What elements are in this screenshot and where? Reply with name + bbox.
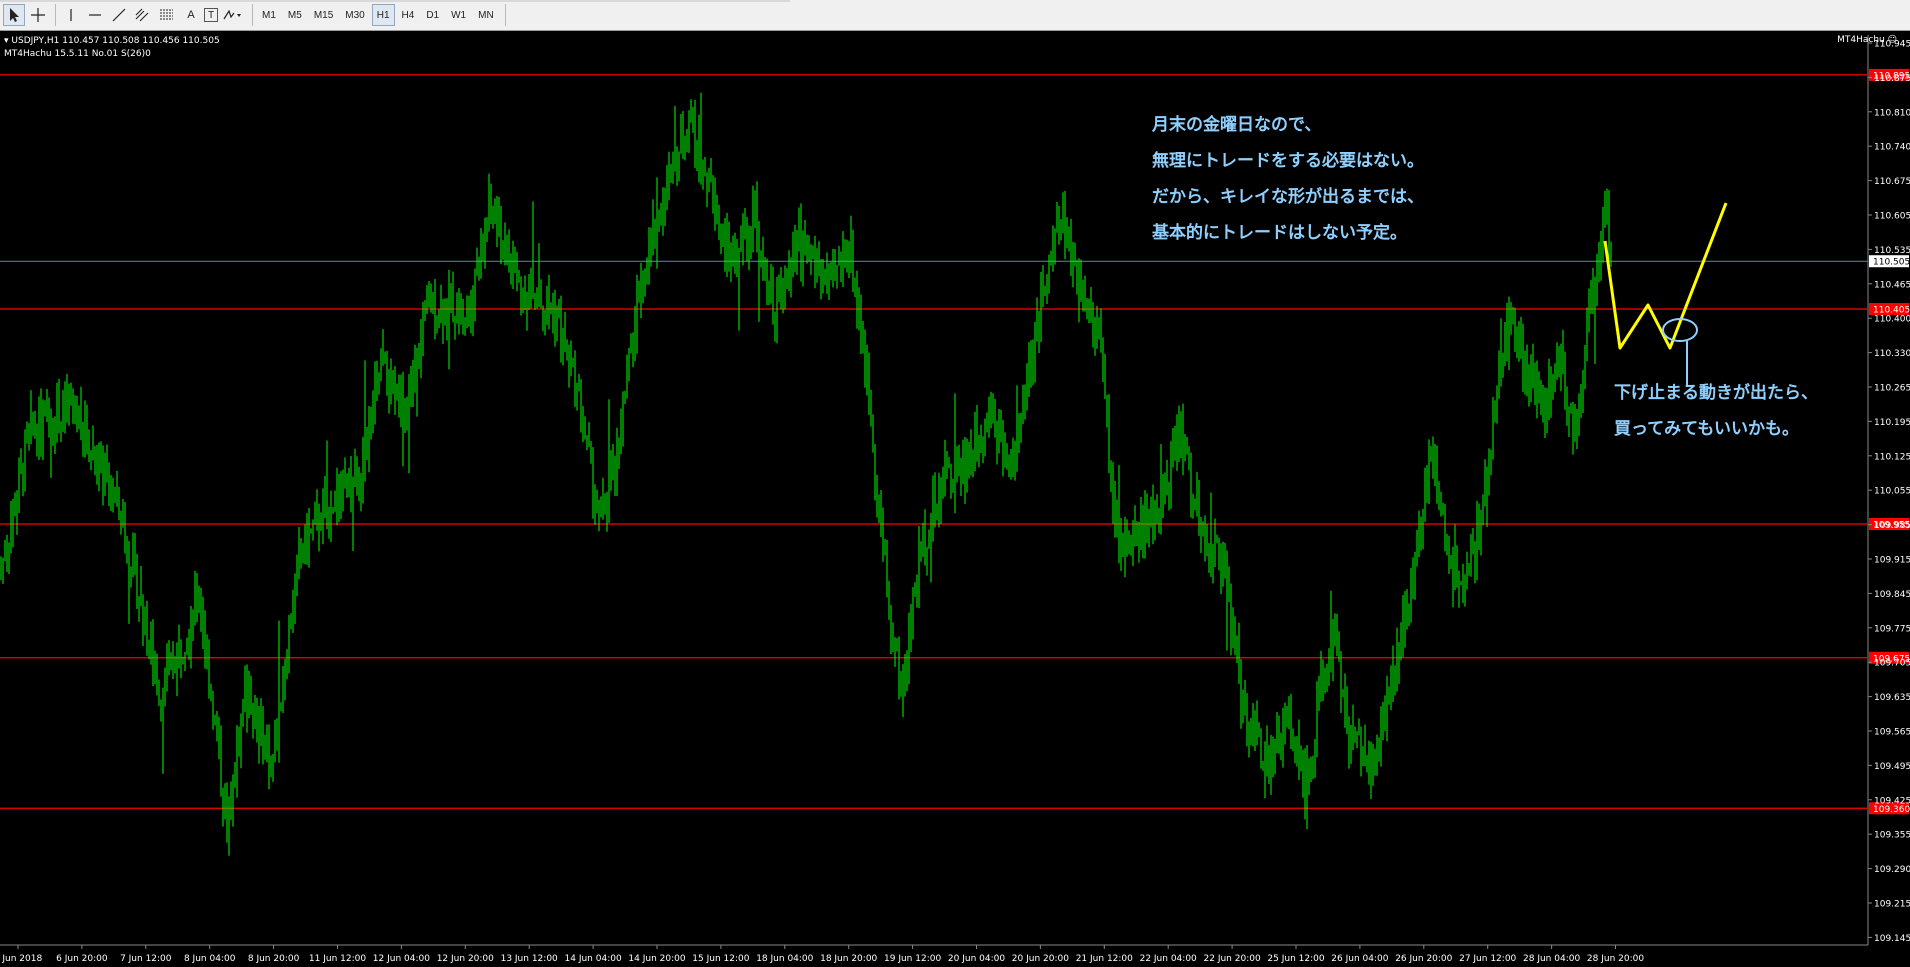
smiley-icon: ☺ <box>1887 35 1897 45</box>
x-axis-label: 20 Jun 04:00 <box>948 954 1005 964</box>
price-chart[interactable]: 110.895110.405109.955109.675109.360110.5… <box>0 31 1910 967</box>
toolbar-separator <box>252 4 253 26</box>
y-axis-label: 109.215 <box>1874 900 1910 910</box>
cursor-icon[interactable] <box>3 4 25 26</box>
y-axis-label: 109.355 <box>1874 831 1910 841</box>
annotation-top: 月末の金曜日なので、 無理にトレードをする必要はない。 だから、キレイな形が出る… <box>1152 107 1424 251</box>
x-axis-label: 15 Jun 12:00 <box>692 954 749 964</box>
x-axis-label: 18 Jun 20:00 <box>820 954 877 964</box>
x-axis-label: 6 Jun 20:00 <box>56 954 108 964</box>
toolbar-top-strip <box>0 0 790 2</box>
x-axis-label: 7 Jun 12:00 <box>120 954 172 964</box>
expert-advisor-label[interactable]: MT4Hachu ☺ <box>1837 35 1897 45</box>
arrows-dropdown-icon[interactable] <box>220 4 244 26</box>
annotation-line: 無理にトレードをする必要はない。 <box>1152 151 1424 171</box>
x-axis-label: 26 Jun 20:00 <box>1395 954 1452 964</box>
equidistant-channel-icon[interactable] <box>132 4 154 26</box>
symbol-line: ▾ USDJPY,H1 110.457 110.508 110.456 110.… <box>4 36 220 46</box>
y-axis-label: 109.425 <box>1874 796 1910 806</box>
x-axis-label: 28 Jun 20:00 <box>1587 954 1644 964</box>
timeframe-m1[interactable]: M1 <box>257 4 281 26</box>
annotation-line: 買ってみてもいいかも。 <box>1614 419 1799 439</box>
y-axis-label: 109.985 <box>1874 521 1910 531</box>
annotation-right: 下げ止まる動きが出たら、 買ってみてもいいかも。 <box>1614 375 1818 447</box>
y-axis-label: 109.145 <box>1874 934 1910 944</box>
y-axis-label: 110.195 <box>1874 418 1910 428</box>
current-price-label: 110.505 <box>1873 258 1910 268</box>
x-axis-label: 12 Jun 04:00 <box>373 954 430 964</box>
indicator-line: MT4Hachu 15.5.11 No.01 S(26)0 <box>4 49 151 59</box>
y-axis-label: 109.775 <box>1874 624 1910 634</box>
timeframe-h4[interactable]: H4 <box>397 4 420 26</box>
y-axis-label: 110.675 <box>1874 177 1910 187</box>
x-axis-label: 21 Jun 12:00 <box>1076 954 1133 964</box>
annotation-line: 基本的にトレードはしない予定。 <box>1152 223 1407 243</box>
vertical-line-icon[interactable] <box>60 4 82 26</box>
x-axis-label: 18 Jun 04:00 <box>756 954 813 964</box>
y-axis-label: 110.400 <box>1874 315 1910 325</box>
x-axis-label: 14 Jun 20:00 <box>628 954 685 964</box>
y-axis-label: 109.845 <box>1874 590 1910 600</box>
toolbar-separator <box>55 4 56 26</box>
chart-window[interactable]: 110.895 110.405 109.955 109.675 109.360 110.5… <box>0 31 1910 967</box>
timeframe-m30[interactable]: M30 <box>340 4 369 26</box>
timeframe-group: M1 M5 M15 M30 H1 H4 D1 W1 MN <box>248 3 510 27</box>
chart-toolbar: A T M1 M5 M15 M30 H1 H4 D1 W1 MN <box>0 0 1910 31</box>
timeframe-m5[interactable]: M5 <box>283 4 307 26</box>
y-axis-label: 110.055 <box>1874 487 1910 497</box>
fibonacci-icon[interactable] <box>156 4 178 26</box>
y-axis-label: 110.605 <box>1874 212 1910 222</box>
x-axis-label: 12 Jun 20:00 <box>437 954 494 964</box>
y-axis-label: 110.330 <box>1874 349 1910 359</box>
text-label-icon[interactable]: T <box>204 8 218 22</box>
annotation-line: だから、キレイな形が出るまでは、 <box>1152 187 1424 207</box>
x-axis-label: 13 Jun 12:00 <box>501 954 558 964</box>
annotation-line: 月末の金曜日なので、 <box>1152 115 1322 135</box>
y-axis-label: 109.635 <box>1874 693 1910 703</box>
x-axis-label: 26 Jun 04:00 <box>1331 954 1388 964</box>
x-axis-label: 25 Jun 12:00 <box>1267 954 1324 964</box>
y-axis-label: 110.465 <box>1874 280 1910 290</box>
drawing-tools-group: A T <box>3 3 246 27</box>
timeframe-m15[interactable]: M15 <box>309 4 338 26</box>
x-axis-label: 11 Jun 12:00 <box>309 954 366 964</box>
y-axis-label: 109.915 <box>1874 556 1910 566</box>
y-axis-label: 110.875 <box>1874 74 1910 84</box>
toolbar-separator <box>504 4 506 26</box>
annotation-line: 下げ止まる動きが出たら、 <box>1614 383 1818 403</box>
crosshair-icon[interactable] <box>27 4 49 26</box>
y-axis-label: 109.290 <box>1874 865 1910 875</box>
x-axis-label: 22 Jun 04:00 <box>1140 954 1197 964</box>
timeframe-w1[interactable]: W1 <box>446 4 471 26</box>
x-axis-label: 27 Jun 12:00 <box>1459 954 1516 964</box>
timeframe-mn[interactable]: MN <box>473 4 499 26</box>
x-axis-label: 8 Jun 20:00 <box>248 954 300 964</box>
trendline-icon[interactable] <box>108 4 130 26</box>
x-axis-label: 28 Jun 04:00 <box>1523 954 1580 964</box>
x-axis-label: 20 Jun 20:00 <box>1012 954 1069 964</box>
x-axis-label: 19 Jun 12:00 <box>884 954 941 964</box>
text-icon[interactable]: A <box>180 4 202 26</box>
x-axis-label: 5 Jun 2018 <box>0 954 42 964</box>
x-axis-label: 8 Jun 04:00 <box>184 954 236 964</box>
x-axis-label: 14 Jun 04:00 <box>565 954 622 964</box>
y-axis-label: 109.705 <box>1874 659 1910 669</box>
chart-header: ▾ USDJPY,H1 110.457 110.508 110.456 110.… <box>4 35 220 61</box>
y-axis-label: 110.740 <box>1874 143 1910 153</box>
horizontal-line-icon[interactable] <box>84 4 106 26</box>
timeframe-h1[interactable]: H1 <box>371 4 395 26</box>
y-axis-label: 110.125 <box>1874 452 1910 462</box>
y-axis-label: 110.535 <box>1874 246 1910 256</box>
y-axis-label: 110.810 <box>1874 108 1910 118</box>
x-axis-label: 22 Jun 20:00 <box>1204 954 1261 964</box>
y-axis-label: 109.565 <box>1874 728 1910 738</box>
y-axis-label: 110.265 <box>1874 384 1910 394</box>
timeframe-d1[interactable]: D1 <box>421 4 444 26</box>
y-axis-label: 109.495 <box>1874 762 1910 772</box>
